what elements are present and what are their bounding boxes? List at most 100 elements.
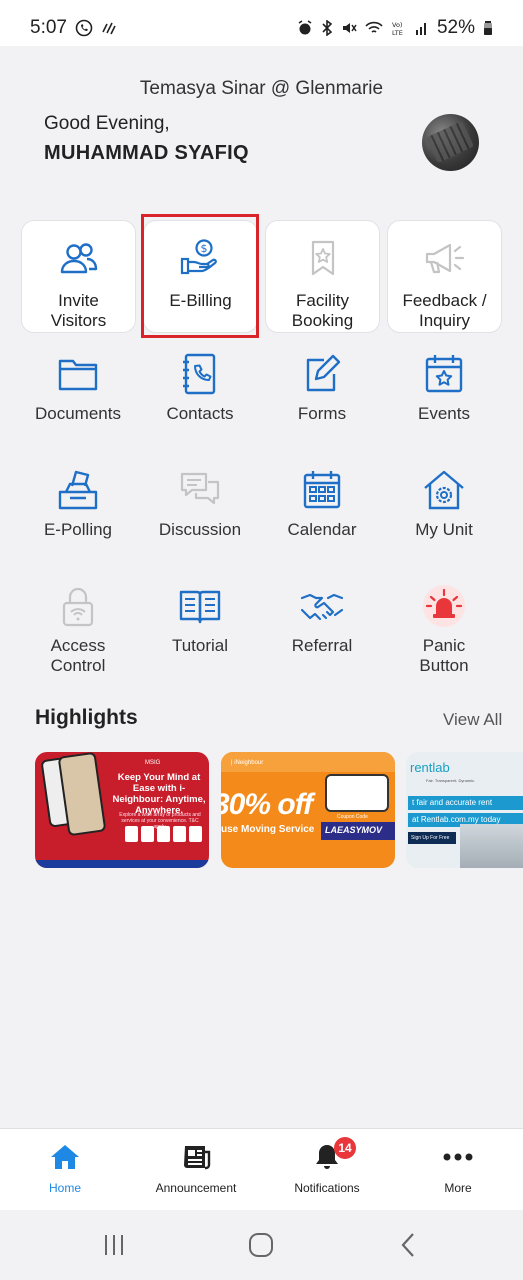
signal-icon	[415, 20, 429, 36]
nav-more[interactable]: More	[403, 1143, 513, 1195]
menu-label: Forms	[297, 404, 347, 423]
calendar-star-icon	[422, 352, 466, 396]
banner-brand: rentlab	[410, 760, 450, 775]
user-name: MUHAMMAD SYAFIQ	[44, 142, 249, 164]
megaphone-icon	[423, 237, 467, 281]
home-icon	[51, 1145, 79, 1169]
calendar-grid-icon	[300, 468, 344, 512]
nav-notifications[interactable]: 14 Notifications	[272, 1137, 382, 1195]
menu-my-unit[interactable]: My Unit	[384, 468, 504, 540]
banner-line: t fair and accurate rent	[408, 796, 523, 810]
nav-home[interactable]: Home	[10, 1143, 120, 1195]
menu-referral[interactable]: Referral	[262, 584, 382, 656]
menu-label: My Unit	[415, 520, 473, 539]
menu-forms[interactable]: Forms	[262, 352, 382, 424]
menu-label: Access	[50, 636, 106, 655]
nav-announcement[interactable]: Announcement	[141, 1143, 251, 1195]
handshake-icon	[300, 584, 344, 628]
tile-label: Feedback /	[402, 291, 487, 310]
highlight-banner-rentlab[interactable]: rentlab Fair. Transparent. Dynamic. t fa…	[406, 752, 523, 868]
view-all-link[interactable]: View All	[443, 710, 502, 730]
nav-label: More	[444, 1181, 472, 1195]
menu-access-control[interactable]: Access Control	[18, 584, 138, 676]
menu-contacts[interactable]: Contacts	[140, 352, 260, 424]
tile-facility-booking[interactable]: Facility Booking	[265, 220, 380, 333]
menu-label: Tutorial	[171, 636, 229, 655]
svg-text:LTE: LTE	[392, 29, 403, 36]
tile-invite-visitors[interactable]: Invite Visitors	[21, 220, 136, 333]
recent-apps-icon	[105, 1235, 123, 1255]
tile-label: Invite	[58, 291, 99, 310]
highlights-title: Highlights	[35, 706, 138, 729]
volte-icon: Vo) LTE	[391, 20, 407, 36]
nav-label: Home	[48, 1181, 81, 1195]
menu-events[interactable]: Events	[384, 352, 504, 424]
banner-code: LAEASYMOV	[321, 822, 395, 840]
open-book-icon	[178, 584, 222, 628]
menu-label: Button	[419, 656, 469, 675]
house-gear-icon	[422, 468, 466, 512]
siren-icon	[422, 584, 466, 628]
mute-icon	[341, 20, 357, 36]
phonebook-icon	[178, 352, 222, 396]
system-nav-bar	[0, 1210, 523, 1280]
visitors-icon	[57, 237, 101, 281]
menu-label: E-Polling	[43, 520, 113, 539]
home-screen: Temasya Sinar @ Glenmarie Good Evening, …	[0, 46, 523, 1128]
banner-headline: Keep Your Mind at Ease with i-Neighbour:…	[112, 772, 206, 816]
menu-label: Calendar	[287, 520, 357, 539]
nav-label: Notifications	[294, 1181, 360, 1195]
banner-cta: Sign Up For Free	[408, 832, 456, 844]
tile-label: Booking	[291, 311, 354, 330]
battery-icon	[483, 20, 493, 36]
signal-sync-icon	[101, 20, 117, 36]
menu-panic-button[interactable]: Panic Button	[384, 584, 504, 676]
whatsapp-icon	[75, 19, 93, 37]
wifi-icon	[365, 20, 383, 36]
home-system-button[interactable]	[241, 1228, 281, 1262]
banner-logo: MSIG	[145, 760, 161, 766]
banner-sub: use Moving Service	[221, 824, 315, 835]
menu-e-polling[interactable]: E-Polling	[18, 468, 138, 540]
menu-label: Events	[418, 404, 470, 423]
svg-text:Vo): Vo)	[392, 21, 402, 29]
highlight-banner-moving[interactable]: | iNeighbour 30% off use Moving Service …	[221, 752, 395, 868]
folder-icon	[56, 352, 100, 396]
bluetooth-icon	[321, 20, 333, 36]
home-circle-icon	[249, 1233, 273, 1257]
avatar[interactable]	[422, 114, 479, 171]
bottom-nav: Home Announcement 14 Notifications More	[0, 1128, 523, 1210]
banner-code-label: Coupon Code	[337, 814, 368, 820]
form-edit-icon	[300, 352, 344, 396]
notification-badge: 14	[334, 1137, 356, 1159]
menu-calendar[interactable]: Calendar	[262, 468, 382, 540]
tile-label: Visitors	[50, 311, 107, 330]
back-chevron-icon	[401, 1233, 414, 1257]
bookmark-star-icon	[301, 237, 345, 281]
newspaper-icon	[184, 1146, 211, 1170]
menu-label: Contacts	[166, 404, 234, 423]
tile-feedback-inquiry[interactable]: Feedback / Inquiry	[387, 220, 502, 333]
menu-documents[interactable]: Documents	[18, 352, 138, 424]
alarm-icon	[297, 20, 313, 36]
lock-wifi-icon	[56, 584, 100, 628]
tile-label: Inquiry	[418, 311, 470, 330]
menu-tutorial[interactable]: Tutorial	[140, 584, 260, 656]
greeting-text: Good Evening,	[44, 113, 170, 134]
recent-apps-button[interactable]	[94, 1228, 134, 1262]
nav-label: Announcement	[155, 1181, 237, 1195]
menu-label: Referral	[291, 636, 353, 655]
back-button[interactable]	[388, 1228, 428, 1262]
menu-label: Panic	[422, 636, 466, 655]
menu-discussion[interactable]: Discussion	[140, 468, 260, 540]
menu-label: Discussion	[158, 520, 242, 539]
chat-bubbles-icon	[178, 468, 222, 512]
e-billing-highlight	[141, 214, 259, 338]
menu-label: Control	[50, 656, 106, 675]
status-time: 5:07	[30, 17, 67, 38]
property-name[interactable]: Temasya Sinar @ Glenmarie	[0, 78, 523, 100]
banner-footer	[35, 860, 209, 868]
highlight-banner-msig[interactable]: MSIG Keep Your Mind at Ease with i-Neigh…	[35, 752, 209, 868]
banner-product-icons	[125, 826, 202, 842]
van-image	[325, 774, 389, 812]
